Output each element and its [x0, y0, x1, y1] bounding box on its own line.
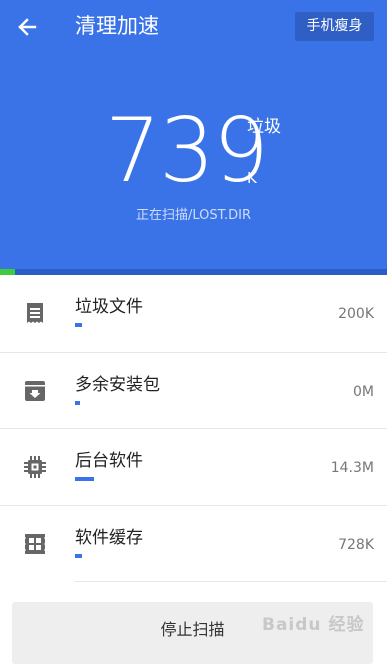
scan-status-text: 正在扫描/LOST.DIR: [135, 208, 252, 223]
list-item-size: 0M: [353, 383, 374, 400]
junk-category-list: 垃圾文件 200K 多余安装包 0M 后台软件 14.3M 软件缓存 728K: [0, 275, 387, 581]
list-item-title: 软件缓存: [75, 527, 143, 548]
size-bar: [75, 477, 315, 481]
list-item-redundant-packages[interactable]: 多余安装包 0M: [0, 351, 387, 429]
list-item-junk-files[interactable]: 垃圾文件 200K: [0, 275, 387, 352]
list-item-title: 垃圾文件: [75, 297, 143, 317]
phone-slim-button[interactable]: 手机瘦身: [295, 12, 374, 41]
back-button[interactable]: [12, 12, 42, 42]
list-item-app-cache[interactable]: 软件缓存 728K: [0, 504, 387, 582]
page-title: 清理加速: [75, 14, 159, 38]
size-bar-fill: [75, 477, 95, 481]
size-bar: [75, 553, 315, 558]
list-item-size: 728K: [338, 536, 374, 553]
size-bar: [75, 400, 315, 405]
cache-grid-icon: [24, 533, 46, 554]
list-item-size: 200K: [338, 306, 374, 322]
document-list-icon: [27, 303, 43, 323]
arrow-back-icon: [18, 18, 37, 36]
header-panel: 清理加速 手机瘦身 739 垃圾 K 正在扫描/LOST.DIR: [0, 0, 387, 269]
size-bar-fill: [75, 553, 83, 558]
size-bar-fill: [75, 323, 83, 327]
list-item-title: 多余安装包: [75, 374, 160, 395]
junk-label: 垃圾: [247, 117, 281, 137]
baidu-watermark: Baidu 经验: [262, 615, 365, 635]
list-item-title: 后台软件: [75, 451, 143, 471]
list-divider: [75, 581, 387, 582]
list-item-size: 14.3M: [330, 460, 374, 476]
junk-unit: K: [247, 169, 257, 187]
size-bar-fill: [75, 400, 80, 405]
package-archive-icon: [25, 380, 45, 401]
list-item-background-apps[interactable]: 后台软件 14.3M: [0, 428, 387, 505]
cpu-chip-icon: [24, 456, 46, 478]
junk-amount: 739: [105, 99, 269, 202]
size-bar: [75, 323, 315, 327]
